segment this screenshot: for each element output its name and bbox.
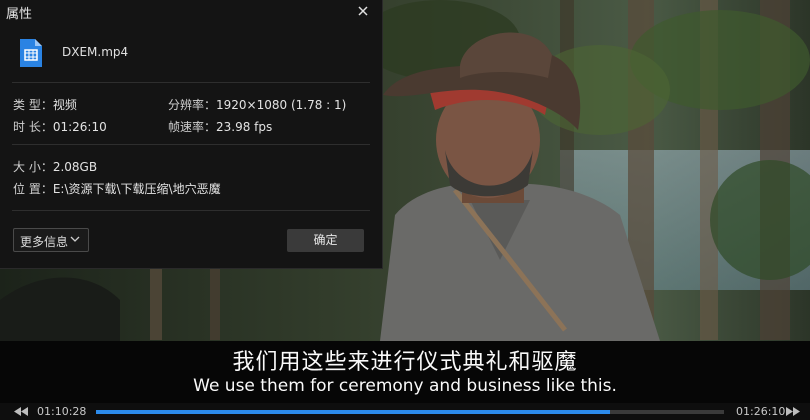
video-file-icon [20, 39, 42, 67]
file-name: DXEM.mp4 [62, 45, 129, 59]
fast-forward-icon[interactable] [786, 407, 800, 416]
duration-value: 01:26:10 [52, 120, 107, 134]
seek-progress [96, 410, 610, 414]
properties-dialog: 属性 DXEM.mp4 类 型：视频 分辨率：1920×1080 (1.78 :… [0, 0, 383, 269]
location-value: E:\资源下载\下载压缩\地穴恶魔 [52, 182, 221, 196]
total-time: 01:26:10 [736, 405, 786, 418]
more-info-label: 更多信息 [20, 235, 69, 249]
more-info-dropdown[interactable]: 更多信息 [13, 228, 89, 252]
close-icon [358, 6, 368, 16]
location-row: 位 置：E:\资源下载\下载压缩\地穴恶魔 [13, 180, 221, 197]
divider [12, 82, 370, 83]
duration-row: 时 长：01:26:10 [13, 118, 107, 135]
location-label: 位 置： [13, 182, 53, 196]
framerate-label: 帧速率： [168, 120, 217, 134]
resolution-value: 1920×1080 (1.78 : 1) [216, 98, 347, 112]
type-value: 视频 [52, 98, 77, 112]
close-button[interactable] [353, 1, 373, 21]
current-time: 01:10:28 [37, 405, 87, 418]
seek-bar[interactable] [96, 410, 724, 414]
size-label: 大 小： [13, 160, 53, 174]
chevron-down-icon [70, 236, 80, 242]
dialog-title: 属性 [6, 7, 33, 22]
resolution-row: 分辨率：1920×1080 (1.78 : 1) [168, 96, 346, 113]
rewind-icon[interactable] [14, 407, 28, 416]
subtitle-english: We use them for ceremony and business li… [193, 376, 617, 396]
ok-button[interactable]: 确定 [287, 229, 364, 252]
type-label: 类 型： [13, 98, 53, 112]
duration-label: 时 长： [13, 120, 53, 134]
resolution-label: 分辨率： [168, 98, 217, 112]
divider [12, 144, 370, 145]
divider [12, 210, 370, 211]
size-value: 2.08GB [52, 160, 98, 174]
framerate-row: 帧速率：23.98 fps [168, 118, 272, 135]
framerate-value: 23.98 fps [216, 120, 273, 134]
subtitle-chinese: 我们用这些来进行仪式典礼和驱魔 [232, 350, 578, 375]
type-row: 类 型：视频 [13, 96, 77, 113]
size-row: 大 小：2.08GB [13, 158, 97, 175]
